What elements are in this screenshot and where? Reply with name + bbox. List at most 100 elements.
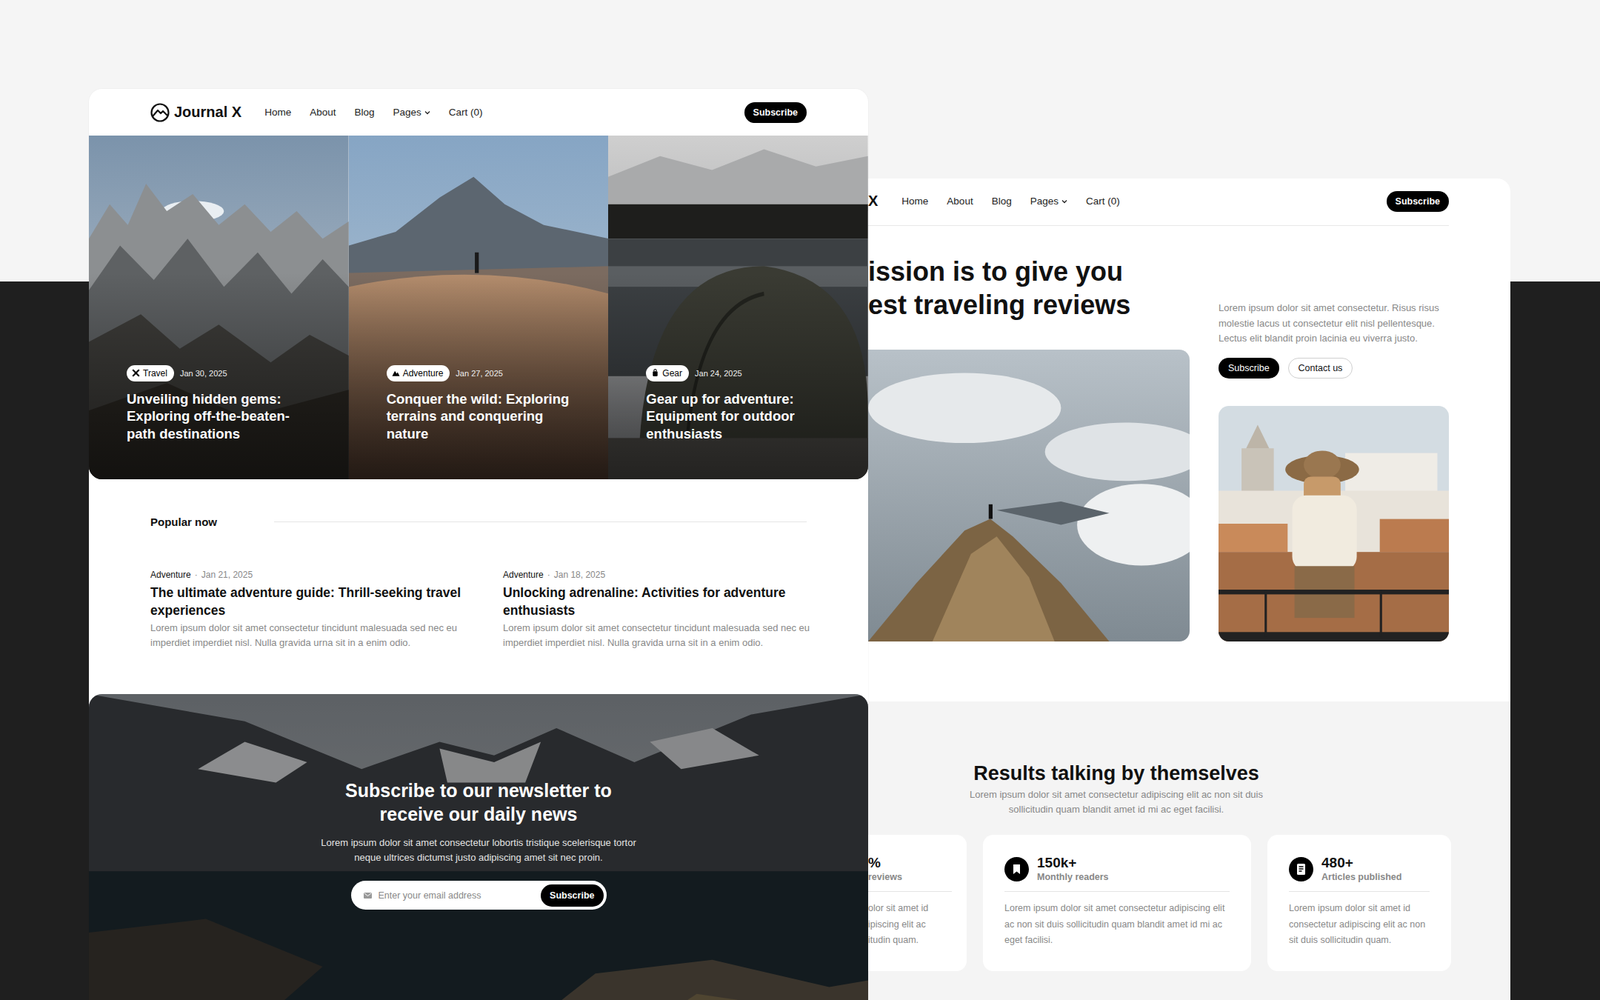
stats-title: Results talking by themselves (868, 760, 1365, 786)
subscribe-button[interactable]: Subscribe (1386, 191, 1449, 212)
nav-item[interactable]: Cart (0) (1085, 195, 1120, 207)
about-photo (1218, 405, 1449, 642)
blog-home-window: Journal X Home About Blog Pages Cart (0) Subsc… (88, 88, 869, 1000)
nav-menu: Home About Blog Pages Cart (0) (264, 106, 483, 118)
subscribe-button[interactable]: Subscribe (744, 102, 807, 123)
post-date: Jan 21, 2025 (201, 568, 253, 581)
stat-card: 480+Articles published Lorem ipsum dolor … (1267, 834, 1452, 972)
divider-line (1288, 891, 1430, 892)
category-tag[interactable]: Travel (126, 365, 175, 382)
nav-menu: Home About Blog Pages Cart (0) (901, 195, 1120, 207)
logo[interactable]: X (868, 192, 878, 210)
nav-item[interactable]: Blog (354, 106, 375, 118)
hero-post[interactable]: AdventureJan 27, 2025Conquer the wild: E… (348, 135, 609, 480)
nav-label: Home (264, 106, 292, 118)
stat-label: Articles published (1321, 871, 1402, 884)
travel-icon (131, 368, 140, 378)
stat-values: 480+Articles published (1321, 854, 1402, 884)
about-right: Lorem ipsum dolor sit amet consectetur. … (1218, 254, 1449, 642)
email-input[interactable] (377, 889, 542, 902)
nav-label: Blog (991, 195, 1012, 207)
about-photo (868, 349, 1190, 642)
heading-line: ission is to give you (868, 254, 1190, 289)
stats-section: Results talking by themselvesLorem ipsum… (868, 701, 1511, 1000)
category-tag[interactable]: Gear (645, 365, 689, 382)
adventure-icon (391, 368, 400, 378)
stat-value: 150k+ (1037, 854, 1109, 872)
newsletter-text: Lorem ipsum dolor sit amet consectetur l… (315, 835, 642, 866)
chevron-down-icon (1061, 198, 1068, 205)
separator: · (547, 568, 551, 581)
hero-grid: Travel Jan 30, 2025 Unveiling hidden gems:… (88, 135, 869, 480)
card-text: olor sit amet idipiscing elit acitudin q… (868, 900, 952, 949)
nav-item[interactable]: Home (264, 106, 292, 118)
contact-button[interactable]: Contact us (1288, 357, 1354, 379)
newsletter-subscribe-button[interactable]: Subscribe (540, 884, 603, 907)
card-header: 480+Articles published (1288, 854, 1430, 884)
subscribe-button[interactable]: Subscribe (1218, 357, 1280, 379)
logo-text: Journal X (174, 103, 242, 121)
popular-post[interactable]: Adventure·Jan 18, 2025Unlocking adrenali… (502, 568, 830, 651)
stat-values: 150k+Monthly readers (1037, 854, 1109, 884)
divider-line (868, 891, 952, 892)
logo-text: X (868, 192, 878, 210)
nav-item[interactable]: Cart (0) (448, 106, 483, 118)
card-text-line: Lorem ipsum dolor sit amet consectetur a… (1004, 902, 1225, 946)
cliff-photo (868, 349, 1190, 642)
logo[interactable]: Journal X (150, 102, 242, 123)
nav-item[interactable]: Pages (1030, 195, 1068, 207)
intro-text: Lorem ipsum dolor sit amet consectetur. … (1218, 300, 1449, 347)
card-header: 150k+Monthly readers (1004, 854, 1230, 884)
stats-cards: %reviews olor sit amet idipiscing elit ac… (868, 834, 1511, 972)
popular-header: Popular now (150, 514, 807, 529)
chevron-down-icon (424, 109, 431, 116)
hero-post[interactable]: Travel Jan 30, 2025 Unveiling hidden gems:… (88, 135, 349, 480)
stat-label: reviews (868, 871, 903, 884)
post-title: The ultimate adventure guide: Thrill-see… (150, 583, 478, 620)
post-meta: Adventure·Jan 18, 2025 (502, 568, 830, 581)
stat-card: %reviews olor sit amet idipiscing elit ac… (868, 834, 967, 972)
category-tag[interactable]: Adventure (386, 365, 451, 382)
nav-item[interactable]: Pages (392, 106, 430, 118)
document-icon (1288, 857, 1314, 882)
popular-section: Popular nowAdventure·Jan 21, 2025The ult… (88, 479, 869, 695)
nav-item[interactable]: Blog (991, 195, 1012, 207)
post-title[interactable]: Gear up for adventure: Equipment for out… (645, 390, 832, 443)
newsletter-form: Subscribe (351, 880, 607, 910)
hero-text: AdventureJan 27, 2025Conquer the wild: E… (386, 365, 580, 443)
about-page-window: X Home About Blog Pages Cart (0) Subscribe issi… (868, 178, 1511, 1000)
bookmark-icon (1004, 857, 1029, 882)
about-section: X Home About Blog Pages Cart (0) Subscribe issi… (868, 178, 1511, 702)
nav-label: About (309, 106, 336, 118)
stat-value: % (868, 854, 903, 872)
post-date: Jan 24, 2025 (694, 368, 743, 378)
post-category: Adventure (150, 568, 192, 581)
about-hero: ission is to give youest traveling revie… (868, 254, 1449, 642)
post-meta: Adventure·Jan 21, 2025 (150, 568, 478, 581)
nav-item[interactable]: Home (901, 195, 929, 207)
nav-label: Cart (0) (448, 106, 483, 118)
stats-header: Results talking by themselvesLorem ipsum… (868, 760, 1365, 818)
nav-item[interactable]: About (309, 106, 336, 118)
post-title[interactable]: Unveiling hidden gems: Exploring off-the… (126, 390, 312, 443)
tag-label: Gear (662, 368, 683, 379)
stat-value: 480+ (1321, 854, 1402, 872)
card-text-line: olor sit amet id (868, 900, 952, 918)
about-heading: ission is to give youest traveling revie… (868, 254, 1190, 322)
post-date: Jan 30, 2025 (180, 368, 228, 378)
popular-post[interactable]: Adventure·Jan 21, 2025 The ultimate adven… (150, 568, 478, 651)
section-title: Popular now (150, 515, 218, 529)
nav-label: About (946, 195, 973, 207)
stats-text: Lorem ipsum dolor sit amet consectetur a… (968, 787, 1265, 818)
newsletter-section: Subscribe to our newsletter to receive o… (88, 694, 869, 1000)
post-title[interactable]: Conquer the wild: Exploring terrains and… (386, 390, 572, 443)
post-date: Jan 18, 2025 (554, 568, 606, 581)
stat-label: Monthly readers (1037, 871, 1109, 884)
nav-item[interactable]: About (946, 195, 973, 207)
divider-line (868, 225, 1449, 226)
card-text-line: Lorem ipsum dolor sit amet id consectetu… (1288, 902, 1426, 946)
post-meta: Gear Jan 24, 2025 (645, 365, 839, 382)
hero-post[interactable]: Gear Jan 24, 2025 Gear up for adventure: E… (608, 135, 869, 480)
nav-bar: Journal X Home About Blog Pages Cart (0) Subsc… (88, 88, 869, 136)
gear-icon (651, 368, 660, 378)
